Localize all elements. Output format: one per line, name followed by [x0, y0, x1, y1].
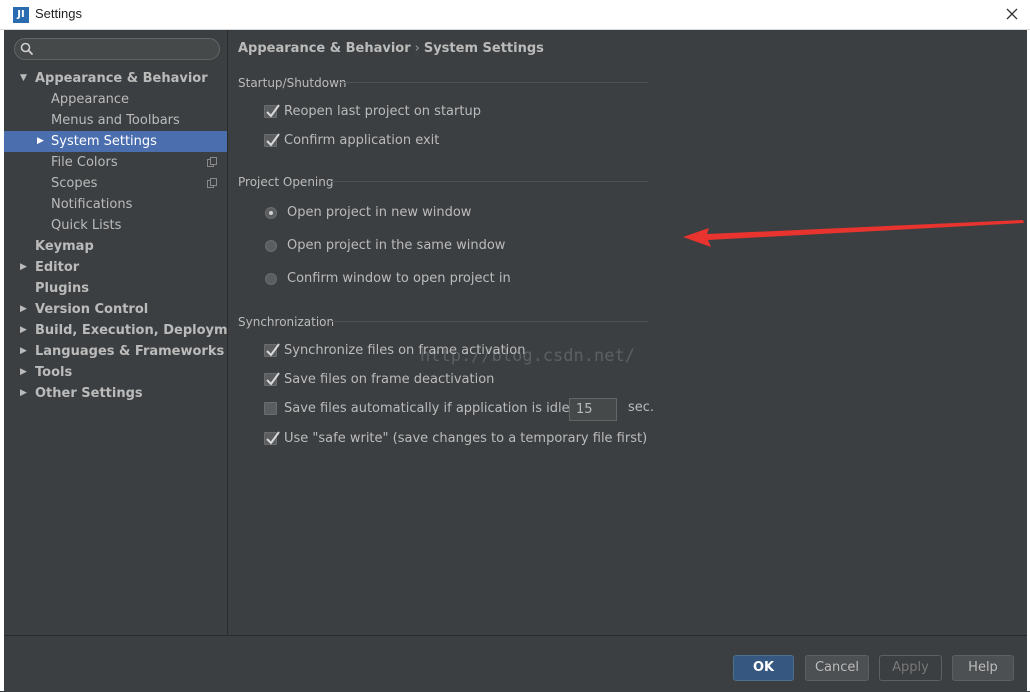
- checkmark-icon: [266, 133, 280, 147]
- sidebar-item-editor[interactable]: ▶ Editor: [4, 257, 227, 278]
- open-new-window-label: Open project in new window: [287, 205, 472, 220]
- app-icon: JI: [13, 7, 29, 23]
- sidebar-item-label: Languages & Frameworks: [35, 344, 225, 359]
- section-title-synchronization: Synchronization: [238, 315, 335, 329]
- reopen-last-project-checkbox[interactable]: [264, 104, 280, 118]
- confirm-exit-checkbox[interactable]: [264, 133, 280, 147]
- chevron-right-icon[interactable]: ▶: [20, 383, 32, 404]
- search-input[interactable]: [14, 38, 220, 60]
- sidebar-item-appearance-behavior[interactable]: ▼ Appearance & Behavior: [4, 68, 227, 89]
- sidebar-item-menus-toolbars[interactable]: Menus and Toolbars: [4, 110, 227, 131]
- sidebar-item-label: Notifications: [51, 197, 133, 212]
- checkmark-icon: [266, 343, 280, 357]
- checkmark-icon: [266, 104, 280, 118]
- sidebar-item-label: Tools: [35, 365, 73, 380]
- watermark-text: http://blog.csdn.net/: [420, 346, 635, 366]
- sidebar-item-other-settings[interactable]: ▶ Other Settings: [4, 383, 227, 404]
- chevron-right-icon[interactable]: ▶: [20, 299, 32, 320]
- sidebar-item-languages-frameworks[interactable]: ▶ Languages & Frameworks: [4, 341, 227, 362]
- sidebar-item-label: Build, Execution, Deployment: [35, 323, 252, 338]
- settings-sidebar: ▼ Appearance & Behavior Appearance Menus…: [4, 30, 252, 635]
- sidebar-item-tools[interactable]: ▶ Tools: [4, 362, 227, 383]
- chevron-right-icon[interactable]: ▶: [20, 362, 32, 383]
- chevron-right-icon[interactable]: ▶: [20, 320, 32, 341]
- section-title-project-opening: Project Opening: [238, 175, 334, 189]
- annotation-arrow-icon: [683, 220, 1024, 247]
- sidebar-item-label: Quick Lists: [51, 218, 122, 233]
- sidebar-item-label: Appearance: [51, 92, 130, 107]
- sidebar-item-label: Appearance & Behavior: [35, 71, 208, 86]
- apply-button[interactable]: Apply: [879, 655, 942, 681]
- search-icon: [20, 42, 34, 56]
- ok-button[interactable]: OK: [733, 655, 794, 681]
- sidebar-item-label: Editor: [35, 260, 80, 275]
- sidebar-item-keymap[interactable]: Keymap: [4, 236, 227, 257]
- sidebar-item-label: File Colors: [51, 155, 118, 170]
- chevron-right-icon[interactable]: ▶: [20, 341, 32, 362]
- safe-write-label: Use "safe write" (save changes to a temp…: [284, 431, 648, 446]
- title-bar: JI Settings: [0, 0, 1030, 30]
- project-copy-icon: [207, 178, 217, 188]
- reopen-last-project-label: Reopen last project on startup: [284, 104, 481, 119]
- confirm-window-label: Confirm window to open project in: [287, 271, 511, 286]
- window-title: Settings: [35, 6, 82, 21]
- sidebar-item-label: Other Settings: [35, 386, 143, 401]
- sidebar-item-quick-lists[interactable]: Quick Lists: [4, 215, 227, 236]
- safe-write-checkbox[interactable]: [264, 431, 280, 445]
- sidebar-item-notifications[interactable]: Notifications: [4, 194, 227, 215]
- breadcrumb-current: System Settings: [423, 41, 544, 56]
- sidebar-item-scopes[interactable]: Scopes: [4, 173, 227, 194]
- radio-selected-dot: [269, 211, 273, 215]
- section-divider: [330, 181, 648, 182]
- sidebar-item-label: System Settings: [51, 134, 157, 149]
- project-copy-icon: [207, 157, 217, 167]
- chevron-right-icon[interactable]: ▶: [37, 131, 49, 152]
- cancel-button[interactable]: Cancel: [805, 655, 869, 681]
- chevron-down-icon[interactable]: ▼: [20, 68, 32, 89]
- checkmark-icon: [266, 431, 280, 445]
- sidebar-item-label: Menus and Toolbars: [51, 113, 180, 128]
- save-idle-label: Save files automatically if application …: [284, 401, 592, 416]
- open-new-window-radio[interactable]: [265, 207, 277, 219]
- section-divider: [338, 82, 648, 83]
- checkmark-icon: [266, 372, 280, 386]
- sidebar-item-system-settings[interactable]: ▶ System Settings: [4, 131, 227, 152]
- sidebar-item-label: Scopes: [51, 176, 98, 191]
- section-divider: [330, 321, 648, 322]
- sidebar-item-version-control[interactable]: ▶ Version Control: [4, 299, 227, 320]
- sidebar-item-label: Plugins: [35, 281, 89, 296]
- chevron-right-icon[interactable]: ▶: [20, 257, 32, 278]
- idle-seconds-unit: sec.: [628, 400, 655, 415]
- breadcrumb: Appearance & Behavior › System Settings: [238, 41, 544, 56]
- sidebar-item-build-execution-deployment[interactable]: ▶ Build, Execution, Deployment: [4, 320, 252, 341]
- help-button[interactable]: Help: [952, 655, 1014, 681]
- breadcrumb-parent[interactable]: Appearance & Behavior: [238, 41, 411, 56]
- open-same-window-label: Open project in the same window: [287, 238, 506, 253]
- dialog-button-bar: OK Cancel Apply Help: [4, 635, 1027, 692]
- confirm-exit-label: Confirm application exit: [284, 133, 440, 148]
- sidebar-item-label: Version Control: [35, 302, 149, 317]
- confirm-window-radio[interactable]: [265, 273, 277, 285]
- sidebar-item-file-colors[interactable]: File Colors: [4, 152, 227, 173]
- open-same-window-radio[interactable]: [265, 240, 277, 252]
- close-icon[interactable]: [1004, 6, 1020, 22]
- breadcrumb-separator: ›: [414, 41, 420, 56]
- sidebar-item-label: Keymap: [35, 239, 94, 254]
- sidebar-item-plugins[interactable]: Plugins: [4, 278, 227, 299]
- save-on-deactivation-checkbox[interactable]: [264, 372, 280, 386]
- sidebar-item-appearance[interactable]: Appearance: [4, 89, 227, 110]
- settings-content: Appearance & Behavior › System Settings St…: [228, 30, 1027, 635]
- save-on-deactivation-label: Save files on frame deactivation: [284, 372, 495, 387]
- save-idle-checkbox[interactable]: [264, 402, 277, 415]
- sync-on-activation-checkbox[interactable]: [264, 343, 280, 357]
- section-title-startup: Startup/Shutdown: [238, 76, 347, 90]
- idle-seconds-input[interactable]: 15: [569, 398, 617, 421]
